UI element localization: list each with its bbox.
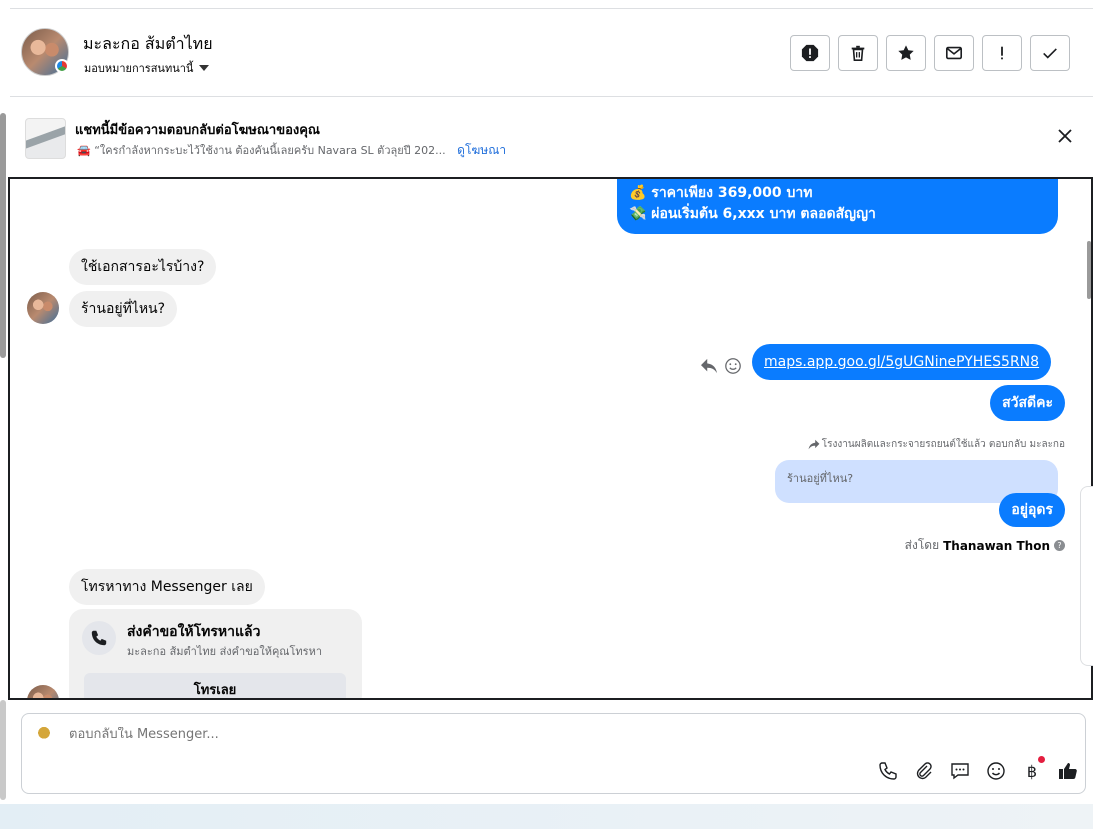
call-request-title: ส่งคำขอให้โทรหาแล้ว	[127, 624, 261, 640]
saved-replies-button[interactable]	[949, 760, 971, 782]
mark-done-button[interactable]	[1030, 35, 1070, 71]
delete-button[interactable]	[838, 35, 878, 71]
incoming-message: โทรหาทาง Messenger เลย	[69, 569, 265, 605]
left-scrollbar-lower	[0, 700, 6, 800]
ad-banner-title: แชทนี้มีข้อความตอบกลับต่อโฆษณาของคุณ	[75, 123, 320, 138]
installment-line: 💸 ผ่อนเริ่มต้น 6,xxx บาท ตลอดสัญญา	[629, 206, 876, 222]
chat-bubble-icon	[951, 763, 969, 780]
assign-conversation-dropdown[interactable]: มอบหมายการสนทนานี้	[84, 59, 210, 77]
messenger-inbox-page: มะละกอ ส้มตำไทย มอบหมายการสนทนานี้ แชทนี…	[0, 0, 1093, 829]
avatar-badge-icon	[55, 59, 69, 73]
ad-reply-banner: แชทนี้มีข้อความตอบกลับต่อโฆษณาของคุณ 🚘 “…	[10, 98, 1093, 176]
call-request-subtitle: มะละกอ ส้มตำไทย ส่งคำขอให้คุณโทรหา	[127, 645, 323, 658]
header-actions	[790, 35, 1070, 71]
contact-avatar-small	[27, 685, 59, 698]
reply-icon[interactable]	[700, 358, 718, 374]
page-logo-icon	[30, 724, 58, 746]
call-button[interactable]	[877, 760, 899, 782]
star-icon	[898, 45, 914, 60]
attach-button[interactable]	[913, 760, 935, 782]
thumbs-up-icon	[1059, 763, 1077, 779]
star-button[interactable]	[886, 35, 926, 71]
message-thread[interactable]: 💰 ราคาเพียง 369,000 บาท 💸 ผ่อนเริ่มต้น 6…	[8, 177, 1093, 700]
phone-icon	[91, 630, 107, 646]
incoming-message: ร้านอยู่ที่ไหน?	[69, 291, 178, 327]
sender-name: Thanawan Thon	[943, 538, 1050, 553]
contact-avatar[interactable]	[21, 28, 69, 76]
forward-reply-icon	[808, 439, 820, 450]
close-icon	[1058, 129, 1072, 143]
close-banner-button[interactable]	[1055, 126, 1075, 146]
assign-label: มอบหมายการสนทนานี้	[84, 62, 194, 75]
contact-avatar-small	[27, 292, 59, 324]
spam-icon	[801, 44, 819, 62]
maps-link-message[interactable]: maps.app.goo.gl/5gUGNinePYHES5RN8	[752, 344, 1052, 380]
help-icon[interactable]: ?	[1054, 540, 1065, 551]
notification-dot	[1038, 756, 1045, 763]
incoming-message: ใช้เอกสารอะไรบ้าง?	[69, 249, 217, 285]
left-scrollbar[interactable]	[0, 113, 6, 358]
baht-icon: ฿	[1026, 761, 1038, 781]
price-line: 💰 ราคาเพียง 369,000 บาท	[629, 185, 813, 201]
ad-banner-subtitle: 🚘 “ใครกำลังหากระบะไว้ใช้งาน ต้องคันนี้เล…	[77, 141, 506, 160]
ad-thumbnail[interactable]	[25, 118, 66, 159]
message-hover-actions	[700, 357, 742, 375]
view-ad-link[interactable]: ดูโฆษณา	[457, 143, 506, 157]
spam-button[interactable]	[790, 35, 830, 71]
outgoing-message: สวัสดีคะ	[990, 385, 1065, 421]
paperclip-icon	[916, 762, 932, 780]
call-request-card: ส่งคำขอให้โทรหาแล้ว มะละกอ ส้มตำไทย ส่งค…	[69, 609, 362, 698]
sent-by-label: ส่งโดย Thanawan Thon ?	[905, 536, 1065, 555]
like-button[interactable]	[1057, 760, 1079, 782]
react-smile-icon[interactable]	[724, 357, 742, 375]
mark-unread-button[interactable]	[934, 35, 974, 71]
call-request-icon-wrap	[82, 621, 116, 655]
outgoing-price-message: 💰 ราคาเพียง 369,000 บาท 💸 ผ่อนเริ่มต้น 6…	[617, 179, 1058, 234]
composer-tools: ฿	[877, 756, 1079, 782]
ad-text: 🚘 “ใครกำลังหากระบะไว้ใช้งาน ต้องคันนี้เล…	[77, 144, 446, 157]
message-composer: ฿	[21, 713, 1086, 794]
reply-context-text: โรงงานผลิตและกระจายรถยนต์ใช้แล้ว ตอบกลับ…	[821, 439, 1065, 450]
call-now-button[interactable]: โทรเลย	[84, 673, 346, 698]
side-panel-peek[interactable]	[1080, 486, 1093, 666]
reply-input[interactable]	[69, 727, 769, 742]
follow-up-button[interactable]	[982, 35, 1022, 71]
chat-scrollbar[interactable]	[1087, 241, 1091, 299]
check-icon	[1043, 48, 1057, 59]
page-footer-band	[0, 804, 1093, 829]
contact-name[interactable]: มะละกอ ส้มตำไทย	[83, 32, 213, 57]
payment-button[interactable]: ฿	[1021, 756, 1045, 782]
conversation-header: มะละกอ ส้มตำไทย มอบหมายการสนทนานี้	[10, 9, 1093, 97]
smile-icon	[987, 762, 1005, 780]
sent-by-prefix: ส่งโดย	[904, 538, 940, 552]
phone-outline-icon	[879, 762, 897, 780]
emoji-button[interactable]	[985, 760, 1007, 782]
outgoing-message: อยู่อุดร	[999, 493, 1065, 527]
trash-icon	[851, 45, 865, 62]
mail-icon	[945, 46, 963, 60]
caret-down-icon	[199, 65, 210, 71]
exclamation-icon	[1001, 46, 1003, 60]
reply-context: โรงงานผลิตและกระจายรถยนต์ใช้แล้ว ตอบกลับ…	[808, 437, 1065, 452]
